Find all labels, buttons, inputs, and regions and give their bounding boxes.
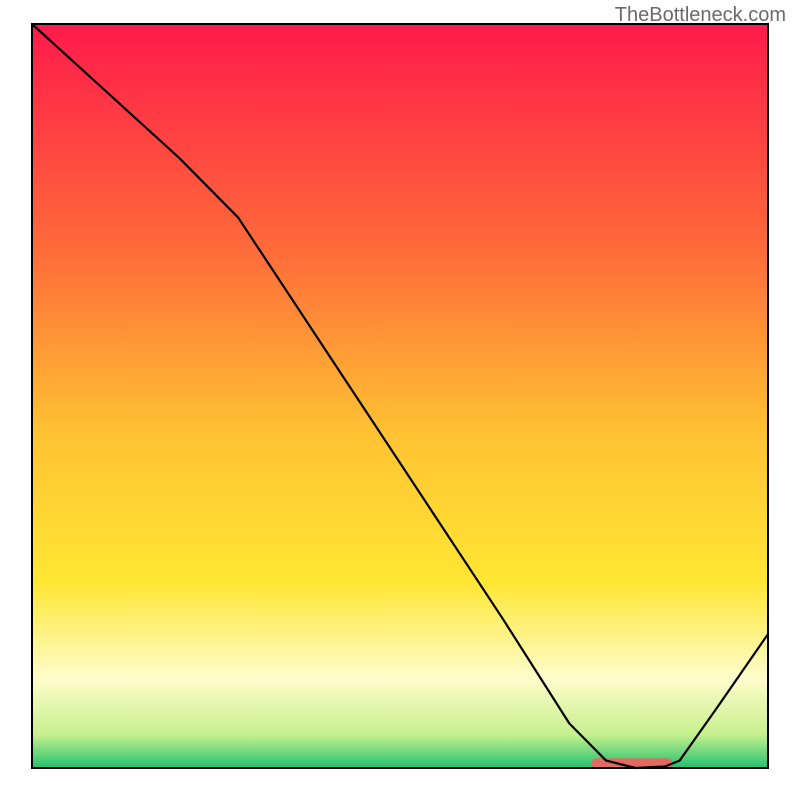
watermark-text: TheBottleneck.com — [615, 4, 786, 27]
chart-container: { "watermark": { "text": "TheBottleneck.… — [0, 0, 800, 800]
bottleneck-chart — [0, 0, 800, 800]
gradient-background — [32, 24, 768, 768]
plot-area — [32, 24, 768, 769]
